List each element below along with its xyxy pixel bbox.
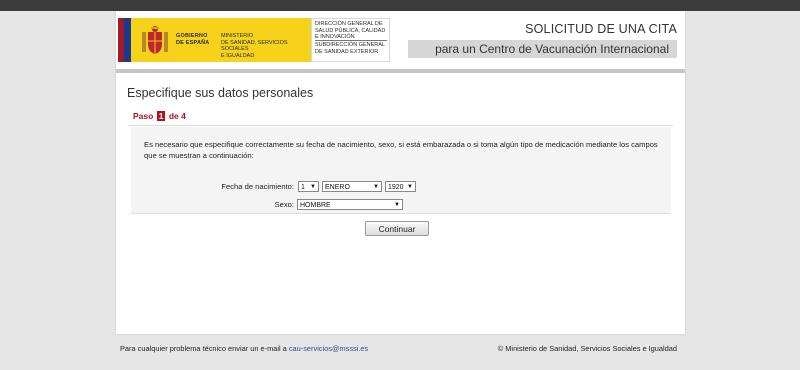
birth-month-value: ENERO <box>325 184 350 191</box>
birth-year-select[interactable]: 1920 ▼ <box>385 181 416 192</box>
header-divider <box>116 69 685 73</box>
subtitle-bar: para un Centro de Vacunación Internacion… <box>408 40 677 58</box>
ministerio-label: MINISTERIO DE SANIDAD, SERVICIOS SOCIALE… <box>221 33 288 59</box>
page-title: SOLICITUD DE UNA CITA <box>525 22 677 36</box>
browser-top-bar <box>0 0 800 11</box>
sex-value: HOMBRE <box>300 202 331 209</box>
gobierno-label: GOBIERNO DE ESPAÑA <box>176 33 210 46</box>
chevron-down-icon: ▼ <box>310 184 316 190</box>
step-suffix: de 4 <box>168 111 186 121</box>
step-divider <box>129 125 673 126</box>
eu-flag-blue-stripe: ★ ★ ★ ★ ★ <box>124 18 136 62</box>
birthdate-label: Fecha de nacimiento: <box>221 182 294 191</box>
birth-day-value: 1 <box>301 184 305 191</box>
direccion-label: DIRECCIÓN GENERAL DE SALUD PÚBLICA, CALI… <box>315 21 386 40</box>
birth-year-value: 1920 <box>388 184 404 191</box>
sex-select[interactable]: HOMBRE ▼ <box>297 199 403 210</box>
birth-month-select[interactable]: ENERO ▼ <box>322 181 382 192</box>
intro-text: Es necesario que especifique correctamen… <box>144 140 658 160</box>
footer-copyright: © Ministerio de Sanidad, Servicios Socia… <box>497 344 677 353</box>
chevron-down-icon: ▼ <box>394 202 400 208</box>
footer-support-text: Para cualquier problema técnico enviar u… <box>120 344 287 353</box>
birth-day-select[interactable]: 1 ▼ <box>298 181 319 192</box>
step-indicator: Paso 1 de 4 <box>133 111 186 121</box>
subdireccion-label: SUBDIRECCIÓN GENERAL DE SANIDAD EXTERIOR <box>315 42 385 55</box>
step-prefix: Paso <box>133 111 154 121</box>
direccion-divider <box>315 40 387 41</box>
ministry-logo: ★ ★ ★ ★ ★ GOBIERNO DE ESPAÑA MINISTERIO … <box>118 18 390 62</box>
coat-of-arms-icon <box>142 26 168 54</box>
section-title: Especifique sus datos personales <box>127 86 314 100</box>
footer-support: Para cualquier problema técnico enviar u… <box>120 344 368 353</box>
sex-label: Sexo: <box>274 200 294 209</box>
step-current: 1 <box>156 111 166 121</box>
continue-button[interactable]: Continuar <box>365 221 429 236</box>
form-panel: Es necesario que especifique correctamen… <box>131 127 671 214</box>
page-subtitle: para un Centro de Vacunación Internacion… <box>435 42 669 56</box>
support-email-link[interactable]: cau-servicios@msssi.es <box>289 344 368 353</box>
chevron-down-icon: ▼ <box>373 184 379 190</box>
chevron-down-icon: ▼ <box>407 184 413 190</box>
direccion-box: DIRECCIÓN GENERAL DE SALUD PÚBLICA, CALI… <box>311 18 390 62</box>
page-container: ★ ★ ★ ★ ★ GOBIERNO DE ESPAÑA MINISTERIO … <box>116 11 685 334</box>
